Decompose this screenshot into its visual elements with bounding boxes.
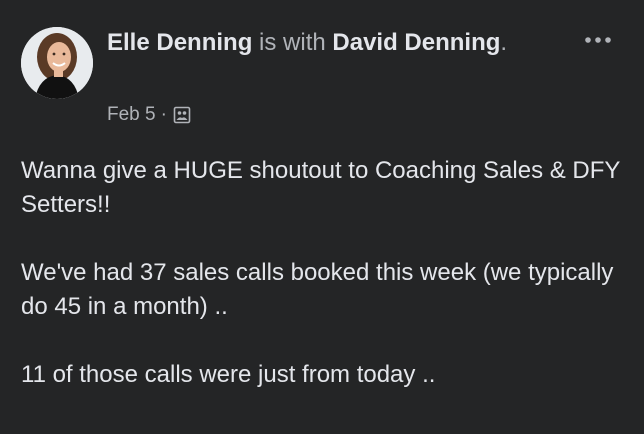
post-body: Wanna give a HUGE shoutout to Coaching S… [21, 154, 621, 426]
more-options-icon [585, 37, 611, 43]
header-period: . [500, 29, 508, 56]
post-card: Elle Denning is with David Denning. Feb … [0, 0, 644, 434]
post-header: Elle Denning is with David Denning. [107, 28, 537, 58]
post-paragraph: 11 of those calls were just from today .… [21, 361, 436, 388]
tagged-user-name[interactable]: David Denning [332, 29, 500, 56]
tagged-photo-icon [172, 105, 192, 125]
meta-separator: · [160, 104, 167, 125]
post-paragraph: We've had 37 sales calls booked this wee… [21, 259, 614, 320]
author-avatar[interactable] [21, 27, 93, 99]
author-name[interactable]: Elle Denning [107, 29, 252, 56]
with-text: is with [259, 29, 326, 56]
post-meta: Feb 5 · [107, 103, 192, 127]
more-options-button[interactable] [580, 30, 616, 50]
post-date[interactable]: Feb 5 [107, 103, 156, 127]
post-paragraph: Wanna give a HUGE shoutout to Coaching S… [21, 157, 620, 218]
